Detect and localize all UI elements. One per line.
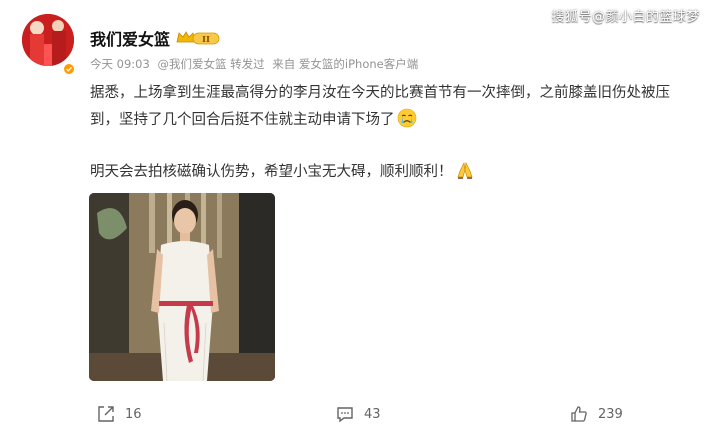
crying-face-icon	[397, 108, 417, 128]
comment-button[interactable]: 43	[336, 400, 381, 428]
repost-note: @我们爱女篮 转发过	[157, 57, 265, 71]
post-time[interactable]: 今天 09:03	[90, 57, 150, 71]
folded-hands-icon	[455, 160, 475, 180]
post-paragraph: 据悉，上场拿到生涯最高得分的李月汝在今天的比赛首节有一次摔倒，之前膝盖旧伤处被压…	[90, 80, 690, 134]
avatar[interactable]	[22, 14, 74, 66]
post-meta: 今天 09:03 @我们爱女篮 转发过 来自 爱女篮的iPhone客户端	[90, 56, 422, 72]
like-button[interactable]: 239	[570, 400, 623, 428]
post-content: 据悉，上场拿到生涯最高得分的李月汝在今天的比赛首节有一次摔倒，之前膝盖旧伤处被压…	[90, 80, 690, 186]
post-image[interactable]	[89, 193, 275, 381]
post-source: 来自 爱女篮的iPhone客户端	[272, 57, 419, 71]
repost-button[interactable]: 16	[97, 400, 142, 428]
watermark-text: 搜狐号@颜小白的篮球梦	[551, 10, 700, 25]
post-paragraph-text: 据悉，上场拿到生涯最高得分的李月汝在今天的比赛首节有一次摔倒，之前膝盖旧伤处被压…	[90, 85, 670, 128]
comment-icon	[336, 405, 354, 423]
post-paragraph: 明天会去拍核磁确认伤势，希望小宝无大碍，顺利顺利！	[90, 159, 690, 186]
thumbs-up-icon	[570, 405, 588, 423]
share-icon	[97, 405, 115, 423]
verified-icon	[62, 62, 76, 76]
author-name[interactable]: 我们爱女篮	[90, 26, 170, 50]
comment-count: 43	[364, 406, 381, 422]
member-badge-icon[interactable]: II	[176, 30, 220, 46]
repost-count: 16	[125, 406, 142, 422]
like-count: 239	[598, 406, 623, 422]
post-paragraph-text: 明天会去拍核磁确认伤势，希望小宝无大碍，顺利顺利！	[90, 164, 453, 180]
member-level-text: II	[202, 35, 210, 45]
